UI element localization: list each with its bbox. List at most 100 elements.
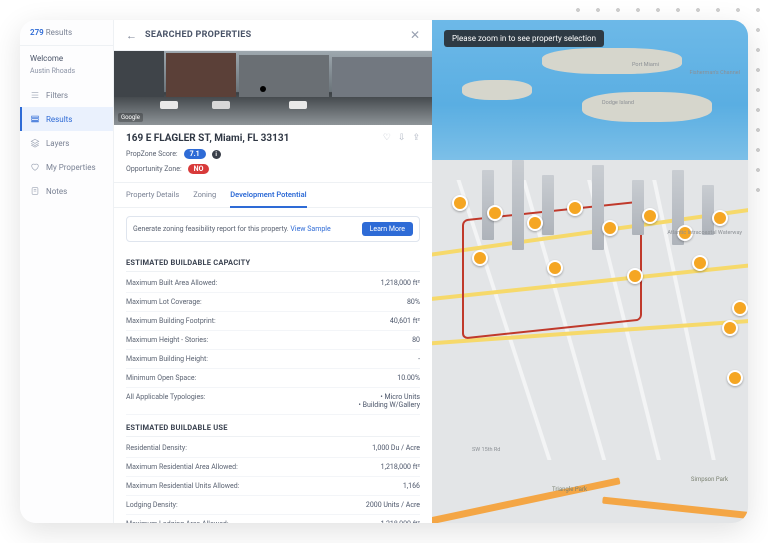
data-row: Minimum Open Space:10.00% [126, 369, 420, 388]
section-capacity-title: ESTIMATED BUILDABLE CAPACITY [126, 250, 420, 272]
back-icon[interactable]: ← [126, 29, 137, 42]
row-value-list: Micro UnitsBuilding W/Gallery [359, 393, 420, 409]
propzone-score-badge: 7.1 [184, 149, 206, 159]
list-icon [30, 114, 40, 124]
row-value: - [418, 355, 420, 363]
map-pin[interactable] [722, 320, 738, 336]
map-label-simpson: Simpson Park [691, 476, 728, 483]
row-key: All Applicable Typologies: [126, 393, 205, 409]
sidebar-item-label: Layers [46, 139, 69, 148]
data-row: Maximum Built Area Allowed: 1,218,000 ft² [126, 274, 420, 293]
map-pin[interactable] [692, 255, 708, 271]
propzone-label: PropZone Score: [126, 150, 178, 158]
row-value: 80% [407, 298, 420, 306]
tab-property-details[interactable]: Property Details [126, 183, 179, 207]
map-pin[interactable] [547, 260, 563, 276]
results-count-label: Results [46, 28, 72, 37]
row-value: 80 [412, 336, 420, 344]
results-count: 279 [30, 28, 44, 37]
row-key: Residential Density: [126, 444, 187, 452]
row-key: Minimum Open Space: [126, 374, 196, 382]
sidebar-item-label: My Properties [46, 163, 96, 172]
data-row: Maximum Building Height: - [126, 350, 420, 369]
map-pin[interactable] [527, 215, 543, 231]
sidebar: 279 Results Welcome Austin Rhoads Filter… [20, 20, 114, 523]
view-sample-link[interactable]: View Sample [290, 225, 330, 233]
map-pin[interactable] [472, 250, 488, 266]
row-key: Maximum Residential Area Allowed: [126, 463, 238, 471]
welcome-label: Welcome [20, 46, 113, 67]
map-pin[interactable] [712, 210, 728, 226]
data-row: Maximum Lot Coverage: 80% [126, 293, 420, 312]
details-scroll[interactable]: ESTIMATED BUILDABLE CAPACITY Maximum Bui… [114, 250, 432, 523]
oppzone-label: Opportunity Zone: [126, 165, 182, 173]
sidebar-item-label: Notes [46, 187, 67, 196]
panel-header: ← SEARCHED PROPERTIES ✕ [114, 20, 432, 51]
map-view[interactable]: Please zoom in to see property selection… [432, 20, 748, 523]
row-value: 1,218,000 ft² [381, 463, 420, 471]
row-key: Maximum Lot Coverage: [126, 298, 202, 306]
property-actions: ♡ ⇩ ⇪ [383, 133, 420, 143]
heart-icon [30, 162, 40, 172]
data-row: Maximum Residential Units Allowed: 1,166 [126, 477, 420, 496]
tab-zoning[interactable]: Zoning [193, 183, 216, 207]
sliders-icon [30, 90, 40, 100]
data-row: Maximum Residential Area Allowed: 1,218,0… [126, 458, 420, 477]
data-row: Maximum Height - Stories: 80 [126, 331, 420, 350]
sidebar-item-filters[interactable]: Filters [20, 83, 113, 107]
close-icon[interactable]: ✕ [410, 28, 420, 42]
share-icon[interactable]: ⇪ [412, 133, 420, 143]
app-frame: 279 Results Welcome Austin Rhoads Filter… [20, 20, 748, 523]
row-value: 1,218,000 ft² [381, 520, 420, 523]
learn-more-button[interactable]: Learn More [362, 222, 413, 236]
panel-title: SEARCHED PROPERTIES [145, 30, 251, 40]
sidebar-item-label: Filters [46, 91, 68, 100]
tab-development-potential[interactable]: Development Potential [230, 183, 306, 208]
map-label-fish: Fisherman's Channel [690, 70, 740, 76]
results-count-header: 279 Results [20, 20, 113, 46]
map-pin[interactable] [452, 195, 468, 211]
map-pin[interactable] [487, 205, 503, 221]
row-value: 1,166 [403, 482, 420, 490]
download-icon[interactable]: ⇩ [398, 133, 406, 143]
row-value: 40,601 ft² [390, 317, 420, 325]
row-value: 1,000 Du / Acre [372, 444, 420, 452]
row-value: 1,218,000 ft² [381, 279, 420, 287]
sidebar-item-notes[interactable]: Notes [20, 179, 113, 203]
map-pin[interactable] [732, 300, 748, 316]
property-panel: ← SEARCHED PROPERTIES ✕ Google 169 E FLA… [114, 20, 432, 523]
feasibility-callout: Generate zoning feasibility report for t… [126, 216, 420, 242]
map-label-sw15: SW 15th Rd [472, 447, 500, 453]
sidebar-item-results[interactable]: Results [20, 107, 113, 131]
section-use-title: ESTIMATED BUILDABLE USE [126, 415, 420, 437]
map-label-dodge: Dodge Island [602, 100, 634, 106]
favorite-icon[interactable]: ♡ [383, 133, 391, 143]
row-key: Maximum Residential Units Allowed: [126, 482, 239, 490]
data-row: Lodging Density:2000 Units / Acre [126, 496, 420, 515]
map-pin[interactable] [642, 208, 658, 224]
map-tooltip: Please zoom in to see property selection [444, 30, 604, 47]
sidebar-item-my-properties[interactable]: My Properties [20, 155, 113, 179]
property-address: 169 E FLAGLER ST, Miami, FL 33131 [126, 133, 289, 144]
sidebar-item-label: Results [46, 115, 72, 124]
sidebar-item-layers[interactable]: Layers [20, 131, 113, 155]
map-label-port: Port Miami [632, 62, 659, 68]
row-key: Maximum Lodging Area Allowed: [126, 520, 229, 523]
info-icon[interactable]: i [212, 150, 221, 159]
layers-icon [30, 138, 40, 148]
property-summary: 169 E FLAGLER ST, Miami, FL 33131 ♡ ⇩ ⇪ … [114, 125, 432, 183]
row-key: Maximum Building Footprint: [126, 317, 216, 325]
data-row: Maximum Building Footprint: 40,601 ft² [126, 312, 420, 331]
row-key: Maximum Building Height: [126, 355, 208, 363]
row-key: Maximum Height - Stories: [126, 336, 208, 344]
note-icon [30, 186, 40, 196]
map-label-triangle: Triangle Park [552, 486, 587, 493]
street-view-image[interactable]: Google [114, 51, 432, 125]
property-tabs: Property Details Zoning Development Pote… [114, 183, 432, 208]
row-key: Maximum Built Area Allowed: [126, 279, 217, 287]
map-pin[interactable] [567, 200, 583, 216]
row-value: 2000 Units / Acre [366, 501, 420, 509]
map-pin[interactable] [627, 268, 643, 284]
map-pin[interactable] [727, 370, 743, 386]
map-pin[interactable] [602, 220, 618, 236]
